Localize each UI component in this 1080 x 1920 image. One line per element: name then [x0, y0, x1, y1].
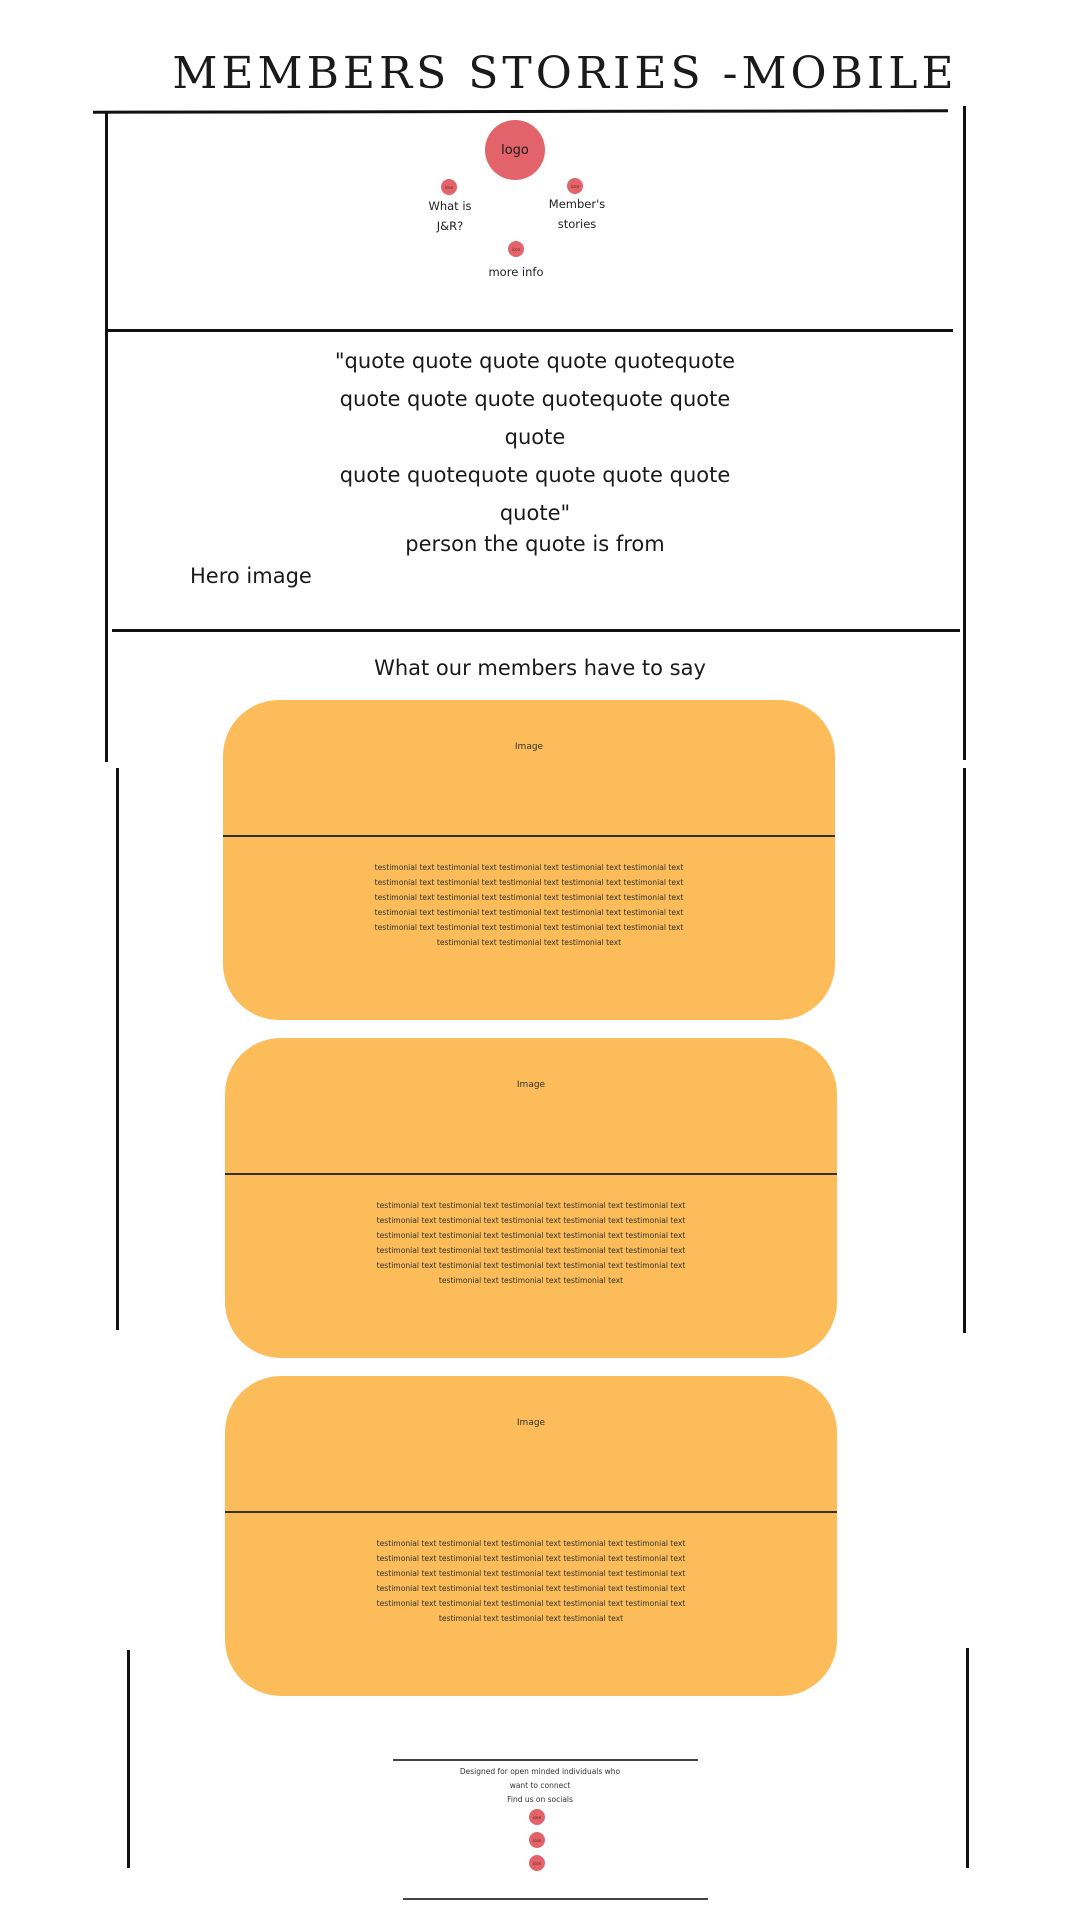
page-title: MEMBERS STORIES -MOBILE — [172, 48, 958, 99]
header-bottom-line — [105, 329, 953, 332]
social-icon[interactable]: icon — [529, 1809, 545, 1825]
nav-members-stories-label[interactable]: Member's stories — [537, 194, 617, 234]
testimonial-image-label: Image — [514, 742, 544, 752]
frame-right-line-2 — [963, 768, 966, 1333]
testimonial-card: Image testimonial text testimonial text … — [225, 1038, 837, 1358]
hero-quote: "quote quote quote quote quotequote quot… — [334, 349, 736, 525]
footer-tagline: Designed for open minded individuals who… — [459, 1767, 621, 1790]
hero-image-label: Hero image — [190, 564, 312, 588]
nav-more-info-label[interactable]: more info — [476, 262, 556, 282]
testimonial-card: Image testimonial text testimonial text … — [225, 1376, 837, 1696]
logo[interactable]: logo — [485, 120, 545, 180]
social-icon[interactable]: icon — [529, 1855, 545, 1871]
card-divider — [223, 835, 835, 837]
nav-what-is-label[interactable]: What is J&R? — [410, 196, 490, 236]
footer-top-line — [393, 1759, 698, 1761]
frame-left-line-1 — [105, 112, 108, 762]
testimonial-text: testimonial text testimonial text testim… — [374, 863, 684, 947]
frame-right-line-3 — [966, 1648, 969, 1868]
testimonial-image-label: Image — [516, 1080, 546, 1090]
testimonial-card: Image testimonial text testimonial text … — [223, 700, 835, 1020]
nav-members-stories-icon[interactable]: icon — [567, 178, 583, 194]
hero-bottom-line — [112, 629, 960, 632]
frame-left-line-2 — [116, 768, 119, 1330]
nav-what-is-icon[interactable]: icon — [441, 179, 457, 195]
card-divider — [225, 1511, 837, 1513]
social-icon[interactable]: icon — [529, 1832, 545, 1848]
header-top-line — [92, 109, 949, 114]
testimonial-text: testimonial text testimonial text testim… — [376, 1539, 686, 1623]
logo-label: logo — [501, 142, 529, 158]
testimonials-title: What our members have to say — [374, 656, 706, 680]
footer-socials-label: Find us on socials — [507, 1795, 573, 1804]
frame-right-line-1 — [963, 106, 966, 760]
footer-bottom-line — [403, 1898, 708, 1900]
hero-quote-author: person the quote is from — [405, 532, 665, 556]
frame-left-line-3 — [127, 1650, 130, 1868]
testimonial-image-label: Image — [516, 1418, 546, 1428]
nav-more-info-icon[interactable]: icon — [508, 241, 524, 257]
card-divider — [225, 1173, 837, 1175]
testimonial-text: testimonial text testimonial text testim… — [376, 1201, 686, 1285]
